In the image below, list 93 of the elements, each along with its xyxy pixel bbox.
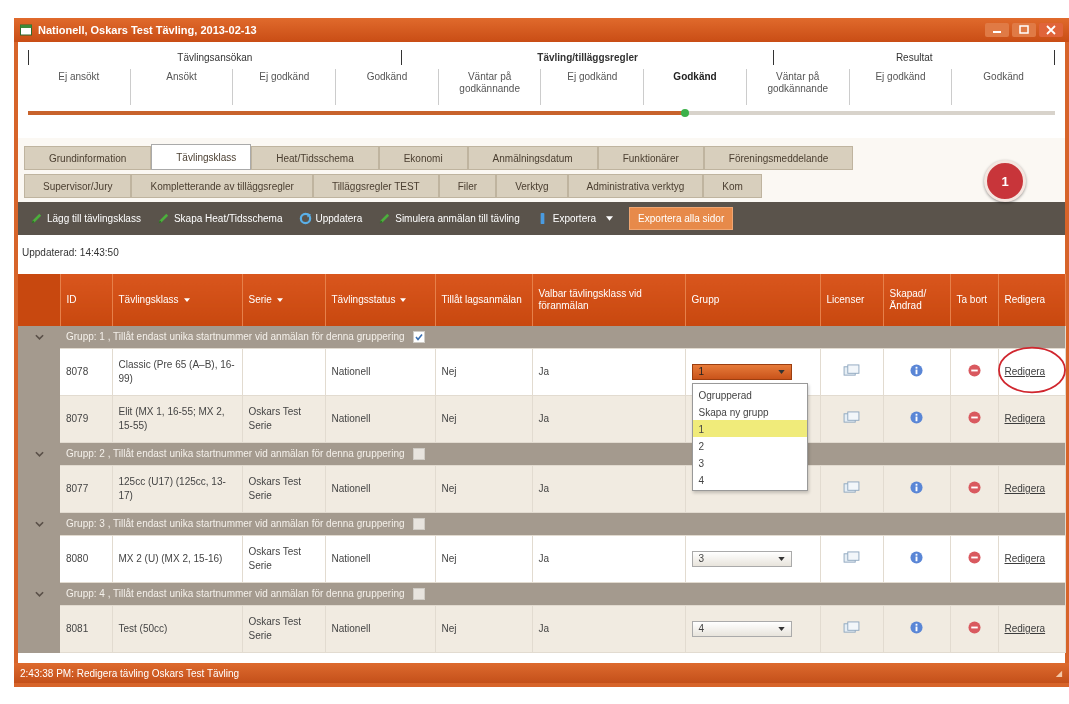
tab[interactable]: Grundinformation (24, 146, 152, 170)
dropdown-option[interactable]: Ogrupperad (692, 386, 807, 403)
table-cell: Nej (435, 535, 532, 583)
phase-label: Tävling/tilläggsregler (401, 50, 775, 65)
table-cell: Oskars Test Serie (248, 476, 302, 501)
group-select[interactable]: 4 (691, 621, 792, 637)
tab[interactable]: Kompletterande av tilläggsregler (131, 174, 313, 198)
table-cell: Nej (435, 465, 532, 513)
step-label: Väntar på godkännande (746, 69, 850, 105)
toolbar-button[interactable]: Exportera (529, 210, 620, 227)
phase-label: Resultat (894, 51, 934, 65)
table-cell: MX 2 (U) (MX 2, 15-16) (112, 535, 242, 583)
toolbar-button[interactable]: Simulera anmälan till tävling (372, 210, 526, 227)
step-label: Ansökt (130, 69, 234, 105)
toolbar-button[interactable]: Lägg till tävlingsklass (24, 210, 147, 227)
column-header[interactable]: Serie (242, 274, 325, 326)
table-cell: Nationell (325, 605, 435, 653)
table-cell: 8078 (60, 348, 112, 396)
table-cell: Test (50cc) (112, 605, 242, 653)
step-label: Ej ansökt (28, 69, 131, 105)
column-header[interactable]: Licenser (820, 274, 883, 326)
column-header[interactable]: Redigera (998, 274, 1065, 326)
group-label: Grupp: 2 , Tillåt endast unika startnummer vid anmälan för denna gruppering (66, 448, 405, 460)
table-cell: Nej (435, 348, 532, 396)
table-cell: Oskars Test Serie (248, 616, 302, 641)
step-label: Väntar på godkännande (438, 69, 542, 105)
column-header[interactable]: Tillåt lagsanmälan (435, 274, 532, 326)
group-label: Grupp: 1 , Tillåt endast unika startnummer vid anmälan för denna gruppering (66, 331, 405, 343)
edit-link[interactable]: Redigera (1004, 553, 1046, 564)
step-label: Ej godkänd (849, 69, 953, 105)
table-cell: 8080 (60, 535, 112, 583)
edit-link[interactable]: Redigera (1004, 413, 1046, 424)
tab[interactable]: Filer (438, 174, 497, 198)
table-cell: 8077 (60, 465, 112, 513)
tab[interactable]: Tilläggsregler TEST (312, 174, 439, 198)
step-label: Ej godkänd (541, 69, 645, 105)
column-header[interactable]: Tävlingsstatus (325, 274, 435, 326)
updated-time: Uppdaterad: 14:43:50 (18, 235, 1065, 274)
table-cell: Ja (532, 465, 685, 513)
table-cell: Ja (532, 535, 685, 583)
dropdown-option[interactable]: 3 (692, 454, 807, 471)
table-cell: Nationell (325, 535, 435, 583)
column-header[interactable]: Ta bort (950, 274, 998, 326)
step-badge: 1 (984, 160, 1026, 202)
table-cell: Oskars Test Serie (248, 546, 302, 571)
table-cell: 8081 (60, 605, 112, 653)
column-header[interactable]: Tävlingsklass (112, 274, 242, 326)
step-label: Ej godkänd (233, 69, 337, 105)
table-cell: Nationell (325, 348, 435, 396)
tab[interactable]: Föreningsmeddelande (703, 146, 854, 170)
status-text: 2:43:38 PM: Redigera tävling Oskars Test Tävling (20, 667, 240, 679)
edit-link[interactable]: Redigera (1004, 366, 1046, 377)
toolbar-button[interactable]: Skapa Heat/Tidsschema (150, 210, 289, 227)
table-cell: Elit (MX 1, 16-55; MX 2, 15-55) (112, 395, 242, 443)
table-cell: Nationell (325, 395, 435, 443)
step-label: Godkänd (336, 69, 439, 105)
step-label: Godkänd (982, 70, 1025, 84)
table-cell: Classic (Pre 65 (A–B), 16-99) (112, 348, 242, 396)
edit-link[interactable]: Redigera (1004, 483, 1046, 494)
tab[interactable]: Kom (703, 174, 762, 198)
tab[interactable]: Anmälningsdatum (467, 146, 598, 170)
group-select[interactable]: 3 (691, 551, 792, 567)
table-cell: Ja (532, 348, 685, 396)
table-cell: Ja (532, 395, 685, 443)
tab[interactable]: Funktionärer (597, 146, 704, 170)
column-header[interactable]: ID (60, 274, 112, 326)
group-label: Grupp: 4 , Tillåt endast unika startnummer vid anmälan för denna gruppering (66, 588, 405, 600)
dropdown-option[interactable]: 1 (692, 420, 807, 437)
column-header[interactable]: Valbar tävlingsklass vid föranmälan (532, 274, 685, 326)
step-label: Godkänd (644, 69, 747, 105)
group-select[interactable]: 1 (691, 364, 792, 380)
dropdown-option[interactable]: Skapa ny grupp (692, 403, 807, 420)
tab[interactable]: Ekonomi (378, 146, 468, 170)
toolbar-button[interactable]: Uppdatera (292, 210, 369, 227)
column-header[interactable]: Grupp (685, 274, 820, 326)
tab[interactable]: Supervisor/Jury (24, 174, 132, 198)
phase-label: Tävlingsansökan (29, 50, 402, 65)
table-cell: 125cc (U17) (125cc, 13-17) (112, 465, 242, 513)
table-cell: Nej (435, 605, 532, 653)
tab[interactable]: Administrativa verktyg (567, 174, 704, 198)
table-cell: 8079 (60, 395, 112, 443)
tab[interactable]: Verktyg (496, 174, 568, 198)
group-label: Grupp: 3 , Tillåt endast unika startnummer vid anmälan för denna gruppering (66, 518, 405, 530)
column-header[interactable]: Skapad/ Ändrad (883, 274, 950, 326)
table-cell: Ja (532, 605, 685, 653)
dropdown-option[interactable]: 2 (692, 437, 807, 454)
table-cell: Oskars Test Serie (248, 406, 302, 431)
table-cell: Nej (435, 395, 532, 443)
window-title: Nationell, Oskars Test Tävling, 2013-02-13 (38, 24, 258, 36)
tab[interactable]: Tävlingsklass (151, 144, 252, 170)
table-cell: Nationell (325, 465, 435, 513)
edit-link[interactable]: Redigera (1004, 623, 1046, 634)
tab[interactable]: Heat/Tidsschema (251, 146, 379, 170)
